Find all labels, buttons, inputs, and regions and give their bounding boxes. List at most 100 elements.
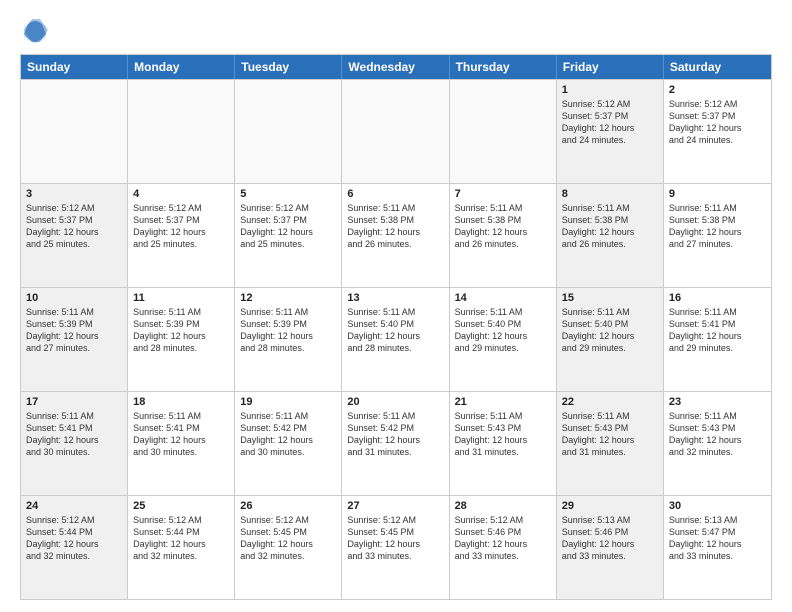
- weekday-header: Sunday: [21, 55, 128, 79]
- calendar-cell: 27 Sunrise: 5:12 AM Sunset: 5:45 PM Dayli…: [342, 496, 449, 599]
- cell-detail-text: Sunrise: 5:12 AM Sunset: 5:46 PM Dayligh…: [455, 514, 551, 563]
- weekday-header: Saturday: [664, 55, 771, 79]
- day-number: 9: [669, 188, 766, 200]
- calendar-cell: [21, 80, 128, 183]
- day-number: 7: [455, 188, 551, 200]
- cell-detail-text: Sunrise: 5:11 AM Sunset: 5:39 PM Dayligh…: [133, 306, 229, 355]
- calendar-cell: 19 Sunrise: 5:11 AM Sunset: 5:42 PM Dayli…: [235, 392, 342, 495]
- day-number: 24: [26, 500, 122, 512]
- calendar-week: 24 Sunrise: 5:12 AM Sunset: 5:44 PM Dayli…: [21, 495, 771, 599]
- cell-detail-text: Sunrise: 5:13 AM Sunset: 5:47 PM Dayligh…: [669, 514, 766, 563]
- calendar-week: 3 Sunrise: 5:12 AM Sunset: 5:37 PM Daylig…: [21, 183, 771, 287]
- calendar-cell: 21 Sunrise: 5:11 AM Sunset: 5:43 PM Dayli…: [450, 392, 557, 495]
- page: SundayMondayTuesdayWednesdayThursdayFrid…: [0, 0, 792, 612]
- calendar-cell: [128, 80, 235, 183]
- day-number: 15: [562, 292, 658, 304]
- calendar-cell: 2 Sunrise: 5:12 AM Sunset: 5:37 PM Daylig…: [664, 80, 771, 183]
- calendar-cell: 3 Sunrise: 5:12 AM Sunset: 5:37 PM Daylig…: [21, 184, 128, 287]
- header: [20, 16, 772, 46]
- cell-detail-text: Sunrise: 5:12 AM Sunset: 5:45 PM Dayligh…: [347, 514, 443, 563]
- cell-detail-text: Sunrise: 5:11 AM Sunset: 5:41 PM Dayligh…: [133, 410, 229, 459]
- day-number: 12: [240, 292, 336, 304]
- day-number: 8: [562, 188, 658, 200]
- weekday-header: Monday: [128, 55, 235, 79]
- cell-detail-text: Sunrise: 5:11 AM Sunset: 5:43 PM Dayligh…: [455, 410, 551, 459]
- calendar-cell: 14 Sunrise: 5:11 AM Sunset: 5:40 PM Dayli…: [450, 288, 557, 391]
- calendar-cell: 24 Sunrise: 5:12 AM Sunset: 5:44 PM Dayli…: [21, 496, 128, 599]
- cell-detail-text: Sunrise: 5:12 AM Sunset: 5:45 PM Dayligh…: [240, 514, 336, 563]
- day-number: 3: [26, 188, 122, 200]
- cell-detail-text: Sunrise: 5:11 AM Sunset: 5:40 PM Dayligh…: [455, 306, 551, 355]
- day-number: 27: [347, 500, 443, 512]
- calendar-body: 1 Sunrise: 5:12 AM Sunset: 5:37 PM Daylig…: [21, 79, 771, 599]
- calendar-week: 1 Sunrise: 5:12 AM Sunset: 5:37 PM Daylig…: [21, 79, 771, 183]
- day-number: 23: [669, 396, 766, 408]
- calendar-cell: 4 Sunrise: 5:12 AM Sunset: 5:37 PM Daylig…: [128, 184, 235, 287]
- cell-detail-text: Sunrise: 5:11 AM Sunset: 5:39 PM Dayligh…: [26, 306, 122, 355]
- day-number: 18: [133, 396, 229, 408]
- day-number: 2: [669, 84, 766, 96]
- calendar-week: 10Sunrise: 5:11 AM Sunset: 5:39 PM Dayli…: [21, 287, 771, 391]
- logo: [20, 16, 54, 46]
- calendar-cell: 7 Sunrise: 5:11 AM Sunset: 5:38 PM Daylig…: [450, 184, 557, 287]
- day-number: 29: [562, 500, 658, 512]
- weekday-header: Thursday: [450, 55, 557, 79]
- calendar-cell: 20Sunrise: 5:11 AM Sunset: 5:42 PM Dayli…: [342, 392, 449, 495]
- cell-detail-text: Sunrise: 5:11 AM Sunset: 5:42 PM Dayligh…: [240, 410, 336, 459]
- calendar-cell: 23 Sunrise: 5:11 AM Sunset: 5:43 PM Dayli…: [664, 392, 771, 495]
- cell-detail-text: Sunrise: 5:11 AM Sunset: 5:43 PM Dayligh…: [669, 410, 766, 459]
- day-number: 4: [133, 188, 229, 200]
- cell-detail-text: Sunrise: 5:12 AM Sunset: 5:37 PM Dayligh…: [133, 202, 229, 251]
- cell-detail-text: Sunrise: 5:11 AM Sunset: 5:41 PM Dayligh…: [26, 410, 122, 459]
- calendar-header-row: SundayMondayTuesdayWednesdayThursdayFrid…: [21, 55, 771, 79]
- day-number: 21: [455, 396, 551, 408]
- calendar-cell: [342, 80, 449, 183]
- cell-detail-text: Sunrise: 5:12 AM Sunset: 5:37 PM Dayligh…: [240, 202, 336, 251]
- day-number: 17: [26, 396, 122, 408]
- day-number: 16: [669, 292, 766, 304]
- calendar-cell: 15 Sunrise: 5:11 AM Sunset: 5:40 PM Dayli…: [557, 288, 664, 391]
- day-number: 6: [347, 188, 443, 200]
- calendar-cell: 17 Sunrise: 5:11 AM Sunset: 5:41 PM Dayli…: [21, 392, 128, 495]
- day-number: 5: [240, 188, 336, 200]
- cell-detail-text: Sunrise: 5:12 AM Sunset: 5:44 PM Dayligh…: [133, 514, 229, 563]
- day-number: 1: [562, 84, 658, 96]
- calendar-cell: 22 Sunrise: 5:11 AM Sunset: 5:43 PM Dayli…: [557, 392, 664, 495]
- day-number: 22: [562, 396, 658, 408]
- calendar-cell: 1 Sunrise: 5:12 AM Sunset: 5:37 PM Daylig…: [557, 80, 664, 183]
- cell-detail-text: Sunrise: 5:12 AM Sunset: 5:37 PM Dayligh…: [669, 98, 766, 147]
- cell-detail-text: Sunrise: 5:11 AM Sunset: 5:38 PM Dayligh…: [669, 202, 766, 251]
- cell-detail-text: Sunrise: 5:12 AM Sunset: 5:37 PM Dayligh…: [26, 202, 122, 251]
- calendar-cell: 9 Sunrise: 5:11 AM Sunset: 5:38 PM Daylig…: [664, 184, 771, 287]
- cell-detail-text: Sunrise: 5:11 AM Sunset: 5:41 PM Dayligh…: [669, 306, 766, 355]
- day-number: 13: [347, 292, 443, 304]
- day-number: 14: [455, 292, 551, 304]
- calendar-cell: [235, 80, 342, 183]
- day-number: 28: [455, 500, 551, 512]
- day-number: 25: [133, 500, 229, 512]
- cell-detail-text: Sunrise: 5:11 AM Sunset: 5:43 PM Dayligh…: [562, 410, 658, 459]
- calendar-cell: 18 Sunrise: 5:11 AM Sunset: 5:41 PM Dayli…: [128, 392, 235, 495]
- calendar-cell: 30 Sunrise: 5:13 AM Sunset: 5:47 PM Dayli…: [664, 496, 771, 599]
- weekday-header: Friday: [557, 55, 664, 79]
- cell-detail-text: Sunrise: 5:11 AM Sunset: 5:40 PM Dayligh…: [347, 306, 443, 355]
- calendar-cell: 25 Sunrise: 5:12 AM Sunset: 5:44 PM Dayli…: [128, 496, 235, 599]
- calendar-cell: [450, 80, 557, 183]
- cell-detail-text: Sunrise: 5:11 AM Sunset: 5:40 PM Dayligh…: [562, 306, 658, 355]
- cell-detail-text: Sunrise: 5:12 AM Sunset: 5:44 PM Dayligh…: [26, 514, 122, 563]
- calendar-cell: 10Sunrise: 5:11 AM Sunset: 5:39 PM Dayli…: [21, 288, 128, 391]
- calendar-cell: 8Sunrise: 5:11 AM Sunset: 5:38 PM Daylig…: [557, 184, 664, 287]
- calendar: SundayMondayTuesdayWednesdayThursdayFrid…: [20, 54, 772, 600]
- calendar-cell: 5 Sunrise: 5:12 AM Sunset: 5:37 PM Daylig…: [235, 184, 342, 287]
- cell-detail-text: Sunrise: 5:11 AM Sunset: 5:38 PM Dayligh…: [347, 202, 443, 251]
- cell-detail-text: Sunrise: 5:12 AM Sunset: 5:37 PM Dayligh…: [562, 98, 658, 147]
- day-number: 19: [240, 396, 336, 408]
- day-number: 30: [669, 500, 766, 512]
- cell-detail-text: Sunrise: 5:11 AM Sunset: 5:42 PM Dayligh…: [347, 410, 443, 459]
- weekday-header: Wednesday: [342, 55, 449, 79]
- calendar-cell: 26Sunrise: 5:12 AM Sunset: 5:45 PM Dayli…: [235, 496, 342, 599]
- cell-detail-text: Sunrise: 5:11 AM Sunset: 5:39 PM Dayligh…: [240, 306, 336, 355]
- weekday-header: Tuesday: [235, 55, 342, 79]
- cell-detail-text: Sunrise: 5:11 AM Sunset: 5:38 PM Dayligh…: [455, 202, 551, 251]
- day-number: 11: [133, 292, 229, 304]
